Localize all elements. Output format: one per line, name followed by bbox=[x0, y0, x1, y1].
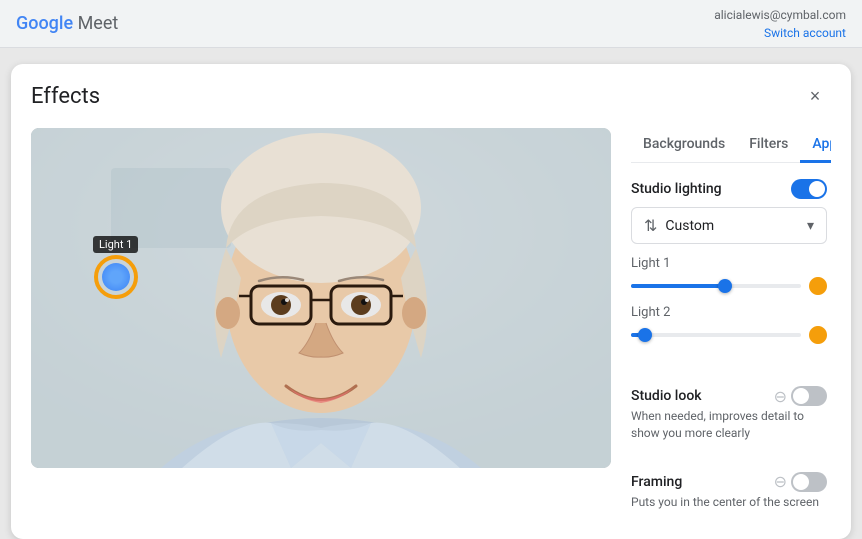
adjust-icon: ⇅ bbox=[644, 216, 657, 235]
light1-row bbox=[631, 277, 827, 295]
dialog-title: Effects bbox=[31, 84, 100, 109]
tab-filters[interactable]: Filters bbox=[737, 128, 800, 163]
dialog-header: Effects × bbox=[11, 64, 851, 120]
light1-track[interactable] bbox=[631, 284, 801, 288]
close-icon: × bbox=[810, 86, 821, 107]
studio-look-description: When needed, improves detail to show you… bbox=[631, 408, 827, 442]
preset-value: Custom bbox=[665, 218, 714, 234]
studio-lighting-row: Studio lighting ✓ bbox=[631, 179, 827, 199]
tab-appearance[interactable]: Appearance bbox=[800, 128, 831, 163]
light2-track[interactable] bbox=[631, 333, 801, 337]
studio-lighting-toggle[interactable]: ✓ bbox=[791, 179, 827, 199]
light1-fill bbox=[631, 284, 725, 288]
toggle-checkmark: ✓ bbox=[815, 183, 823, 194]
framing-label: Framing bbox=[631, 474, 682, 490]
framing-section: Framing ⊖ Puts you in the center of the … bbox=[631, 472, 827, 511]
account-info: alicialewis@cymbal.com Switch account bbox=[714, 6, 846, 42]
switch-account-link[interactable]: Switch account bbox=[714, 24, 846, 42]
studio-look-toggle[interactable] bbox=[791, 386, 827, 406]
topbar: Google Meet alicialewis@cymbal.com Switc… bbox=[0, 0, 862, 48]
tab-backgrounds[interactable]: Backgrounds bbox=[631, 128, 737, 163]
studio-lighting-section: Studio lighting ✓ ⇅ Custom ▾ bbox=[631, 179, 827, 354]
light-indicator: Light 1 bbox=[93, 236, 138, 299]
light1-color[interactable] bbox=[809, 277, 827, 295]
dropdown-arrow-icon: ▾ bbox=[807, 218, 814, 234]
studio-look-label: Studio look bbox=[631, 388, 702, 404]
light1-label: Light 1 bbox=[631, 256, 827, 271]
account-email: alicialewis@cymbal.com bbox=[714, 8, 846, 22]
light-circle bbox=[94, 255, 138, 299]
framing-description: Puts you in the center of the screen bbox=[631, 494, 827, 511]
studio-look-minus-icon: ⊖ bbox=[774, 387, 787, 406]
effects-dialog: Effects × bbox=[11, 64, 851, 539]
video-preview: Light 1 bbox=[31, 128, 611, 468]
light2-section: Light 2 bbox=[631, 305, 827, 344]
light-indicator-label: Light 1 bbox=[93, 236, 138, 253]
framing-header: Framing ⊖ bbox=[631, 472, 827, 492]
dropdown-left: ⇅ Custom bbox=[644, 216, 714, 235]
dialog-content: Light 1 Backgrounds Filters Appearance S… bbox=[11, 120, 851, 539]
close-button[interactable]: × bbox=[799, 80, 831, 112]
tabs-container: Backgrounds Filters Appearance bbox=[631, 128, 827, 163]
app-logo: Google Meet bbox=[16, 13, 118, 34]
studio-look-header: Studio look ⊖ bbox=[631, 386, 827, 406]
studio-look-section: Studio look ⊖ When needed, improves deta… bbox=[631, 386, 827, 442]
right-panel: Backgrounds Filters Appearance Studio li… bbox=[631, 128, 831, 523]
studio-lighting-label: Studio lighting bbox=[631, 181, 722, 197]
light-inner bbox=[102, 263, 130, 291]
light2-row bbox=[631, 326, 827, 344]
framing-minus-icon: ⊖ bbox=[774, 472, 787, 491]
light2-label: Light 2 bbox=[631, 305, 827, 320]
light1-thumb[interactable] bbox=[718, 279, 732, 293]
framing-toggle[interactable] bbox=[791, 472, 827, 492]
light2-thumb[interactable] bbox=[638, 328, 652, 342]
light2-color[interactable] bbox=[809, 326, 827, 344]
preset-dropdown[interactable]: ⇅ Custom ▾ bbox=[631, 207, 827, 244]
light1-section: Light 1 bbox=[631, 256, 827, 295]
